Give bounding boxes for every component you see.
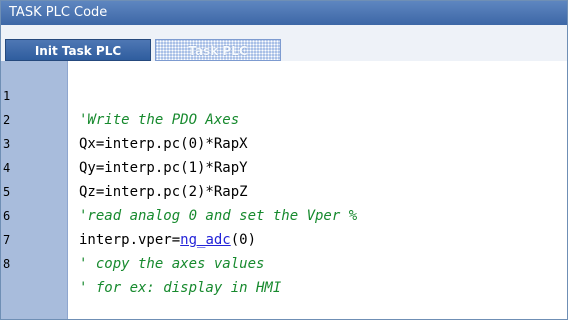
code-line[interactable]: 7 ' copy the axes values bbox=[1, 204, 264, 272]
code-line[interactable]: 8 ' for ex: display in HMI bbox=[1, 228, 281, 296]
plc-code-window: TASK PLC Code Init Task PLC Task PLC 1 '… bbox=[0, 0, 568, 320]
line-number: 8 bbox=[3, 257, 11, 271]
code-assign: interp.vper= bbox=[79, 232, 181, 248]
function-name: ng_adc bbox=[180, 232, 231, 248]
code-text: Qx=interp.pc(0)*RapX bbox=[79, 136, 248, 152]
code-text: Qy=interp.pc(1)*RapY bbox=[79, 160, 248, 176]
code-line[interactable]: 3 Qy=interp.pc(1)*RapY bbox=[1, 108, 248, 176]
code-comment: ' for ex: display in HMI bbox=[79, 280, 282, 296]
code-line[interactable]: 1 'Write the PDO Axes bbox=[1, 61, 239, 128]
tab-init-task-plc[interactable]: Init Task PLC bbox=[5, 39, 151, 61]
code-comment: 'read analog 0 and set the Vper % bbox=[79, 208, 358, 224]
window-title: TASK PLC Code bbox=[1, 1, 567, 25]
code-editor[interactable]: 1 'Write the PDO Axes 2 Qx=interp.pc(0)*… bbox=[1, 61, 567, 319]
code-line[interactable]: 2 Qx=interp.pc(0)*RapX bbox=[1, 84, 248, 152]
code-comment: 'Write the PDO Axes bbox=[79, 112, 240, 128]
code-line[interactable]: 5 'read analog 0 and set the Vper % bbox=[1, 156, 357, 224]
code-args: (0) bbox=[230, 232, 257, 248]
tab-strip: Init Task PLC Task PLC bbox=[1, 25, 567, 62]
tab-task-plc[interactable]: Task PLC bbox=[155, 39, 281, 61]
code-comment: ' copy the axes values bbox=[79, 256, 265, 272]
code-text: Qz=interp.pc(2)*RapZ bbox=[79, 184, 248, 200]
code-line[interactable]: 4 Qz=interp.pc(2)*RapZ bbox=[1, 132, 248, 200]
code-text: interp.vper=ng_adc(0) bbox=[79, 228, 256, 252]
code-line[interactable]: 6 interp.vper=ng_adc(0) bbox=[1, 180, 256, 248]
